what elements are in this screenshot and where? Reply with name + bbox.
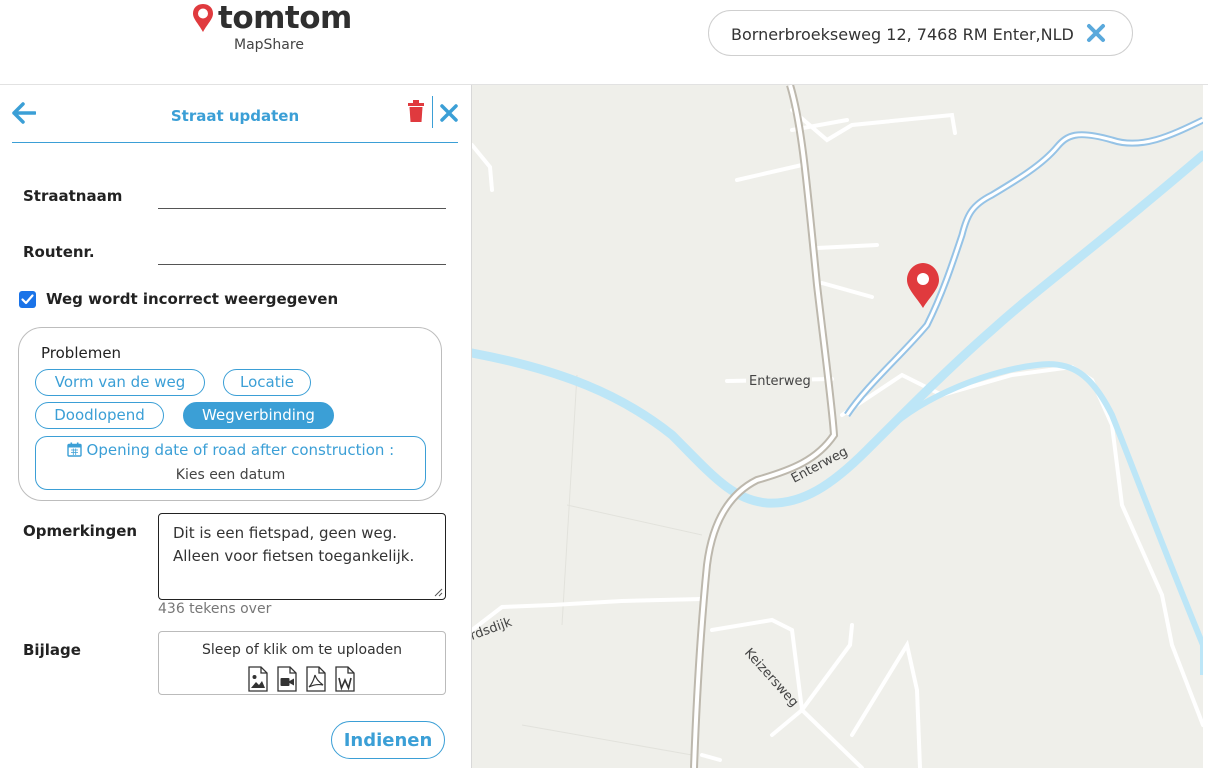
word-file-icon	[335, 666, 355, 692]
remarks-label: Opmerkingen	[23, 522, 138, 540]
brand-product: MapShare	[234, 37, 304, 53]
check-icon	[21, 294, 34, 305]
map-label-keizersweg: Keizersweg	[741, 646, 801, 711]
image-file-icon	[248, 666, 268, 692]
route-number-input[interactable]	[158, 239, 446, 265]
header: tomtom MapShare	[0, 0, 1208, 85]
submit-button[interactable]: Indienen	[331, 721, 445, 759]
problems-title: Problemen	[41, 344, 122, 362]
remarks-textarea[interactable]: Dit is een fietspad, geen weg. Alleen vo…	[158, 513, 446, 600]
problem-dead-end[interactable]: Doodlopend	[35, 402, 164, 429]
date-placeholder: Kies een datum	[175, 467, 286, 483]
panel-title: Straat updaten	[170, 107, 300, 125]
street-name-input[interactable]	[158, 183, 446, 209]
route-number-label: Routenr.	[23, 243, 95, 261]
incorrect-road-checkbox[interactable]	[19, 291, 36, 308]
close-icon[interactable]	[439, 103, 459, 123]
map-label-rdsdijk: rdsdijk	[472, 615, 514, 644]
search-box	[708, 10, 1133, 56]
upload-dropzone[interactable]: Sleep of klik om te uploaden	[158, 631, 446, 695]
clear-search-icon[interactable]	[1084, 21, 1108, 45]
opening-date-title: Opening date of road after construction …	[36, 441, 425, 459]
problem-road-connection[interactable]: Wegverbinding	[183, 402, 334, 429]
incorrect-road-label: Weg wordt incorrect weergegeven	[46, 290, 339, 308]
trash-icon[interactable]	[407, 99, 425, 123]
edit-panel: Straat updaten Straatnaam Routenr. Weg w…	[0, 85, 472, 768]
video-file-icon	[277, 666, 297, 692]
street-name-label: Straatnaam	[23, 187, 123, 205]
resize-grip-icon[interactable]	[433, 587, 443, 597]
brand-name: tomtom	[218, 0, 352, 36]
map-label-enterweg-north: Enterweg	[749, 374, 811, 389]
pdf-file-icon	[306, 666, 326, 692]
attachment-label: Bijlage	[23, 641, 81, 659]
problem-location[interactable]: Locatie	[223, 369, 311, 396]
opening-date-picker[interactable]: Opening date of road after construction …	[35, 436, 426, 490]
opening-date-text: Opening date of road after construction …	[86, 441, 395, 459]
problems-group: Problemen Vorm van de weg Locatie Doodlo…	[18, 327, 442, 501]
header-divider	[432, 96, 433, 128]
tomtom-logo[interactable]: tomtom MapShare	[188, 0, 358, 56]
remarks-counter: 436 tekens over	[158, 601, 272, 617]
logo-pin-icon	[193, 4, 213, 32]
panel-header: Straat updaten	[12, 85, 458, 143]
problem-road-shape[interactable]: Vorm van de weg	[35, 369, 205, 396]
map-view[interactable]: Enterweg Enterweg Keizersweg rdsdijk	[472, 85, 1203, 768]
calendar-icon	[67, 442, 82, 457]
search-input[interactable]	[731, 22, 1083, 46]
upload-text: Sleep of klik om te uploaden	[201, 642, 403, 658]
map-canvas[interactable]: Enterweg Enterweg Keizersweg rdsdijk	[472, 85, 1203, 768]
